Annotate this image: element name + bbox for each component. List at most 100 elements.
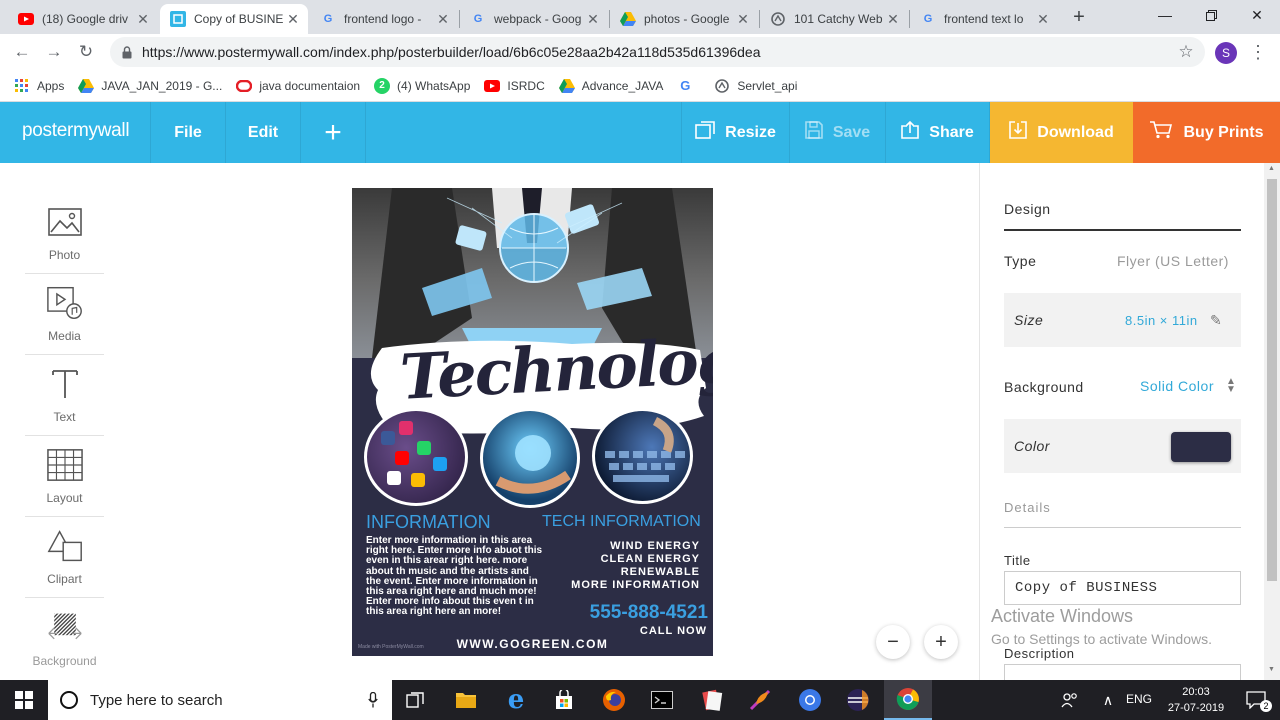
browser-tab[interactable]: G frontend text lo ✕ xyxy=(910,4,1058,34)
tool-text[interactable]: Text xyxy=(25,355,104,436)
browser-tab[interactable]: photos - Google ✕ xyxy=(610,4,758,34)
browser-tab[interactable]: (18) Google driv ✕ xyxy=(8,4,158,34)
bookmark-label: JAVA_JAN_2019 - G... xyxy=(101,78,223,93)
task-view-icon[interactable] xyxy=(392,680,440,720)
tool-label: Media xyxy=(48,329,81,343)
bookmark-item[interactable]: 2 (4) WhatsApp xyxy=(374,77,470,94)
tool-media[interactable]: Media xyxy=(25,274,104,355)
scroll-down-arrow-icon[interactable]: ▼ xyxy=(1268,666,1275,673)
taskbar-clock[interactable]: 20:03 27-07-2019 xyxy=(1160,684,1232,716)
flyer-canvas[interactable]: Technology INFORMATION TECH INFORMATION … xyxy=(352,188,713,656)
color-row: Color xyxy=(1004,419,1241,473)
bookmark-item[interactable]: ISRDC xyxy=(484,78,545,94)
bookmark-label: Servlet_api xyxy=(737,78,798,93)
microphone-icon[interactable] xyxy=(368,692,378,708)
web-icon xyxy=(714,78,730,94)
language-indicator[interactable]: ENG xyxy=(1126,692,1152,706)
feather-app-icon[interactable] xyxy=(736,680,784,720)
bookmark-item[interactable]: G xyxy=(677,78,700,94)
close-tab-icon[interactable]: ✕ xyxy=(884,11,902,28)
edit-menu-label: Edit xyxy=(247,123,279,141)
firefox-icon[interactable] xyxy=(590,680,638,720)
title-input[interactable]: Copy of BUSINESS xyxy=(1004,571,1241,605)
reload-icon[interactable]: ↻ xyxy=(74,40,98,64)
windows-start-icon[interactable] xyxy=(0,680,48,720)
chrome-active-icon[interactable] xyxy=(884,680,932,720)
url-text: https://www.postermywall.com/index.php/p… xyxy=(142,44,761,60)
close-tab-icon[interactable]: ✕ xyxy=(1034,11,1052,28)
close-window-icon[interactable]: ✕ xyxy=(1234,0,1280,30)
close-tab-icon[interactable]: ✕ xyxy=(584,11,602,28)
title-label: Title xyxy=(1004,553,1031,568)
browser-tab[interactable]: G frontend logo - ✕ xyxy=(310,4,458,34)
zoom-out-button[interactable]: − xyxy=(876,625,910,659)
add-button[interactable]: + xyxy=(301,102,366,163)
google-icon: G xyxy=(923,13,933,25)
terminal-icon[interactable] xyxy=(638,680,686,720)
store-icon[interactable] xyxy=(540,680,588,720)
bookmark-label: Advance_JAVA xyxy=(581,78,664,93)
buy-prints-button[interactable]: Buy Prints xyxy=(1133,102,1280,163)
color-swatch-button[interactable] xyxy=(1171,432,1231,462)
back-arrow-icon[interactable]: ← xyxy=(10,40,34,64)
browser-tab[interactable]: G webpack - Goog ✕ xyxy=(460,4,608,34)
zoom-in-button[interactable]: + xyxy=(924,625,958,659)
eclipse-icon[interactable] xyxy=(834,680,882,720)
panel-scrollbar[interactable]: ▲ ▼ xyxy=(1264,163,1280,680)
restore-window-icon[interactable] xyxy=(1188,0,1234,30)
bookmark-item[interactable]: JAVA_JAN_2019 - G... xyxy=(78,78,222,94)
share-button[interactable]: Share xyxy=(886,102,990,163)
scrollbar-thumb[interactable] xyxy=(1267,179,1277,581)
forward-arrow-icon[interactable]: → xyxy=(42,40,66,64)
app-cards-icon[interactable] xyxy=(688,680,736,720)
description-label: Description xyxy=(1004,646,1075,661)
download-button[interactable]: Download xyxy=(990,102,1133,163)
close-tab-icon[interactable]: ✕ xyxy=(434,11,452,28)
pencil-edit-icon[interactable]: ✎ xyxy=(1210,312,1222,329)
tool-photo[interactable]: Photo xyxy=(25,193,104,274)
taskbar-search-box[interactable]: Type here to search xyxy=(48,680,392,720)
bookmark-item[interactable]: Servlet_api xyxy=(714,78,797,94)
color-label: Color xyxy=(1014,438,1050,454)
windows-taskbar: Type here to search e ∧ ENG 20:03 27-07-… xyxy=(0,680,1280,720)
bookmark-item[interactable]: Apps xyxy=(14,78,64,94)
close-tab-icon[interactable]: ✕ xyxy=(134,11,152,28)
tool-clipart[interactable]: Clipart xyxy=(25,517,104,598)
bookmark-item[interactable]: java documentaion xyxy=(236,78,360,94)
people-icon[interactable] xyxy=(1050,680,1090,720)
flyer-point: RENEWABLE xyxy=(620,566,700,578)
close-tab-icon[interactable]: ✕ xyxy=(734,11,752,28)
youtube-icon xyxy=(18,11,34,27)
plus-icon: + xyxy=(324,115,342,149)
resize-button[interactable]: Resize xyxy=(681,102,790,163)
browser-tab[interactable]: 101 Catchy Web ✕ xyxy=(760,4,908,34)
profile-avatar[interactable]: S xyxy=(1215,42,1237,64)
tray-chevron-up-icon[interactable]: ∧ xyxy=(1094,680,1122,720)
edge-browser-icon[interactable]: e xyxy=(492,680,540,720)
bookmark-item[interactable]: Advance_JAVA xyxy=(558,78,664,94)
new-tab-button[interactable]: + xyxy=(1066,6,1092,28)
size-row[interactable]: Size 8.5in × 11in ✎ xyxy=(1004,293,1241,347)
action-center-icon[interactable]: 2 xyxy=(1236,680,1276,720)
design-tab-label[interactable]: Design xyxy=(1004,201,1051,217)
description-input[interactable] xyxy=(1004,664,1241,680)
tool-label: Photo xyxy=(48,248,81,262)
bookmark-star-icon[interactable]: ☆ xyxy=(1174,40,1198,64)
scroll-up-arrow-icon[interactable]: ▲ xyxy=(1268,165,1275,172)
tool-layout[interactable]: Layout xyxy=(25,436,104,517)
file-explorer-icon[interactable] xyxy=(442,680,490,720)
chrome-icon[interactable] xyxy=(786,680,834,720)
edit-menu-button[interactable]: Edit xyxy=(226,102,301,163)
address-bar[interactable]: https://www.postermywall.com/index.php/p… xyxy=(110,37,1205,67)
background-type-select[interactable]: Solid Color xyxy=(1140,378,1214,394)
browser-tab-active[interactable]: Copy of BUSINE ✕ xyxy=(160,4,308,34)
google-icon: G xyxy=(680,78,691,93)
save-button[interactable]: Save xyxy=(790,102,886,163)
tool-background[interactable]: Background xyxy=(25,598,104,679)
postermywall-logo[interactable]: postermywall xyxy=(22,120,130,142)
minimize-window-icon[interactable]: — xyxy=(1142,0,1188,30)
more-menu-icon[interactable]: ⋮ xyxy=(1246,40,1270,64)
file-menu-button[interactable]: File xyxy=(150,102,226,163)
download-label: Download xyxy=(1037,123,1114,141)
close-tab-icon[interactable]: ✕ xyxy=(284,11,302,28)
